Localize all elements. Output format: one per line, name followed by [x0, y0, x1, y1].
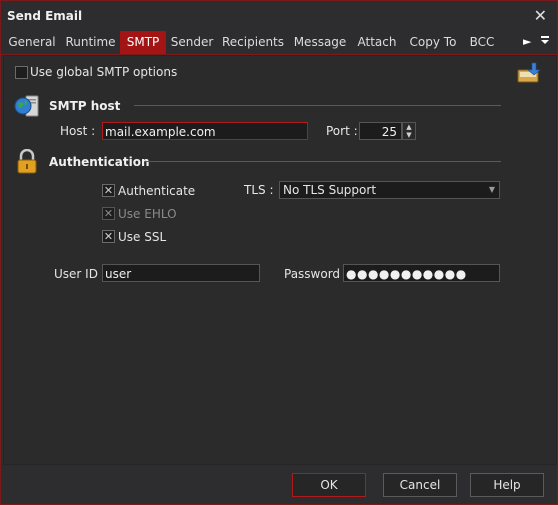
- userid-input[interactable]: user: [102, 264, 260, 282]
- authentication-divider: [144, 161, 501, 162]
- import-icon[interactable]: [516, 62, 542, 87]
- tab-strip: General Runtime SMTP Sender Recipients M…: [1, 31, 557, 55]
- title-bar: Send Email ✕: [1, 1, 557, 31]
- use-ssl-checkbox[interactable]: ✕: [102, 230, 115, 243]
- tab-copy-to[interactable]: Copy To: [406, 31, 460, 54]
- use-ehlo-label: Use EHLO: [118, 207, 177, 221]
- host-input[interactable]: mail.example.com: [102, 122, 308, 140]
- smtp-host-heading: SMTP host: [49, 99, 121, 113]
- authenticate-checkbox[interactable]: ✕: [102, 184, 115, 197]
- tab-smtp[interactable]: SMTP: [120, 31, 166, 54]
- port-input[interactable]: 25: [359, 122, 402, 140]
- tab-message[interactable]: Message: [291, 31, 349, 54]
- port-label: Port :: [326, 124, 358, 138]
- menu-dropdown-icon[interactable]: [540, 31, 550, 54]
- spin-up-icon[interactable]: ▲: [403, 123, 415, 131]
- smtp-panel: Use global SMTP options SMTP host Host :: [3, 55, 557, 465]
- tls-label: TLS :: [244, 183, 274, 197]
- port-spinner[interactable]: ▲ ▼: [402, 122, 416, 140]
- button-bar: OK Cancel Help: [1, 465, 557, 504]
- scroll-right-icon[interactable]: ►: [523, 31, 531, 54]
- spin-down-icon[interactable]: ▼: [403, 131, 415, 139]
- tab-general[interactable]: General: [5, 31, 59, 54]
- host-label: Host :: [60, 124, 96, 138]
- ok-button[interactable]: OK: [292, 473, 366, 497]
- global-smtp-checkbox[interactable]: [15, 66, 28, 79]
- authenticate-label: Authenticate: [118, 184, 196, 198]
- tab-recipients[interactable]: Recipients: [222, 31, 284, 54]
- close-icon[interactable]: ✕: [534, 6, 547, 25]
- smtp-host-divider: [134, 105, 501, 106]
- tls-select[interactable]: No TLS Support ▼: [279, 181, 500, 199]
- password-label: Password :: [284, 267, 348, 281]
- tab-bcc[interactable]: BCC: [466, 31, 498, 54]
- globe-server-icon: [14, 93, 40, 122]
- padlock-icon: [16, 148, 38, 178]
- use-ssl-label: Use SSL: [118, 230, 167, 244]
- authentication-heading: Authentication: [49, 155, 150, 169]
- chevron-down-icon[interactable]: ▼: [485, 182, 499, 198]
- tab-sender[interactable]: Sender: [169, 31, 215, 54]
- cancel-button[interactable]: Cancel: [383, 473, 457, 497]
- tab-runtime[interactable]: Runtime: [63, 31, 118, 54]
- global-smtp-label: Use global SMTP options: [30, 65, 178, 79]
- send-email-dialog: Send Email ✕ General Runtime SMTP Sender…: [0, 0, 558, 505]
- help-button[interactable]: Help: [470, 473, 544, 497]
- use-ehlo-checkbox: ✕: [102, 207, 115, 220]
- userid-label: User ID :: [54, 267, 106, 281]
- tab-attach[interactable]: Attach: [356, 31, 398, 54]
- tls-select-value: No TLS Support: [283, 183, 377, 197]
- window-title: Send Email: [7, 9, 83, 23]
- password-input[interactable]: ●●●●●●●●●●●: [343, 264, 500, 282]
